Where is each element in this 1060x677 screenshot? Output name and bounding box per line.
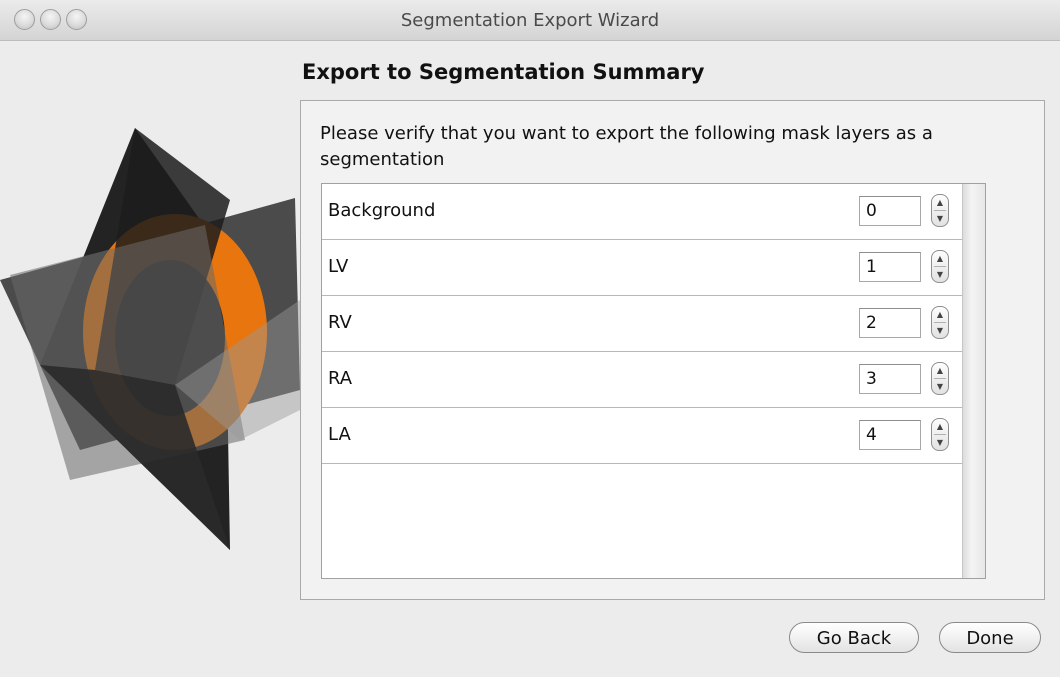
label-value-stepper[interactable]: ▲ ▼ [931, 250, 949, 283]
segmentation-logo-image [0, 128, 320, 550]
chevron-down-icon[interactable]: ▼ [932, 267, 948, 282]
layer-row-la: LA 4 ▲ ▼ [322, 408, 962, 464]
chevron-down-icon[interactable]: ▼ [932, 435, 948, 450]
instruction-text: Please verify that you want to export th… [320, 123, 933, 170]
label-value-input[interactable]: 4 [859, 420, 921, 450]
chevron-up-icon[interactable]: ▲ [932, 195, 948, 210]
wizard-window: Segmentation Export Wizard Export to Seg… [0, 0, 1060, 677]
chevron-down-icon[interactable]: ▼ [932, 323, 948, 338]
done-button[interactable]: Done [939, 622, 1041, 653]
layer-name: LV [328, 256, 349, 277]
page-title: Export to Segmentation Summary [302, 60, 705, 84]
layer-name: Background [328, 200, 436, 221]
chevron-down-icon[interactable]: ▼ [932, 379, 948, 394]
chevron-up-icon[interactable]: ▲ [932, 251, 948, 266]
summary-panel: Please verify that you want to export th… [300, 100, 1045, 600]
layer-row-ra: RA 3 ▲ ▼ [322, 352, 962, 408]
layer-name: RA [328, 368, 353, 389]
chevron-up-icon[interactable]: ▲ [932, 307, 948, 322]
label-value-stepper[interactable]: ▲ ▼ [931, 362, 949, 395]
chevron-up-icon[interactable]: ▲ [932, 363, 948, 378]
label-value-stepper[interactable]: ▲ ▼ [931, 194, 949, 227]
list-scrollbar[interactable] [962, 184, 985, 578]
layer-row-lv: LV 1 ▲ ▼ [322, 240, 962, 296]
chevron-down-icon[interactable]: ▼ [932, 211, 948, 226]
layer-row-background: Background 0 ▲ ▼ [322, 184, 962, 240]
label-value-stepper[interactable]: ▲ ▼ [931, 418, 949, 451]
layer-name: LA [328, 424, 351, 445]
label-value-input[interactable]: 0 [859, 196, 921, 226]
label-value-input[interactable]: 1 [859, 252, 921, 282]
title-bar: Segmentation Export Wizard [0, 0, 1060, 41]
label-value-stepper[interactable]: ▲ ▼ [931, 306, 949, 339]
chevron-up-icon[interactable]: ▲ [932, 419, 948, 434]
mask-layer-list: Background 0 ▲ ▼ LV 1 ▲ ▼ RV 2 ▲ ▼ RA 3 … [321, 183, 986, 579]
window-title: Segmentation Export Wizard [400, 10, 660, 31]
go-back-button[interactable]: Go Back [789, 622, 919, 653]
layer-row-rv: RV 2 ▲ ▼ [322, 296, 962, 352]
label-value-input[interactable]: 2 [859, 308, 921, 338]
layer-name: RV [328, 312, 352, 333]
label-value-input[interactable]: 3 [859, 364, 921, 394]
